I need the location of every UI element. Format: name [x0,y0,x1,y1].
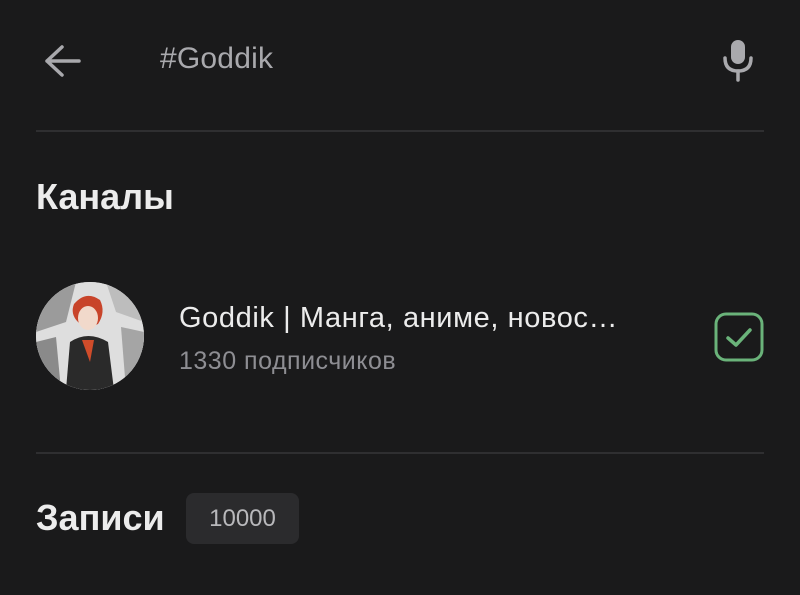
posts-section-title: Записи [36,497,165,538]
arrow-left-icon [45,45,81,77]
divider [36,130,764,132]
channels-section-title: Каналы [36,176,174,217]
voice-search-button[interactable] [712,34,764,86]
back-button[interactable] [36,38,88,84]
channel-name: Goddik | Манга, аниме, новос… [179,302,619,334]
channel-select-checkbox[interactable] [714,312,764,362]
divider [36,452,764,454]
search-query[interactable]: #Goddik [160,42,273,76]
search-header: #Goddik [0,0,800,124]
posts-count-badge: 10000 [186,493,299,544]
microphone-icon [723,40,753,82]
checkbox-checked-icon [714,312,764,362]
channel-avatar [36,282,144,390]
channel-list-item[interactable] [36,280,764,392]
channel-subscribers: 1330 подписчиков [179,347,397,375]
